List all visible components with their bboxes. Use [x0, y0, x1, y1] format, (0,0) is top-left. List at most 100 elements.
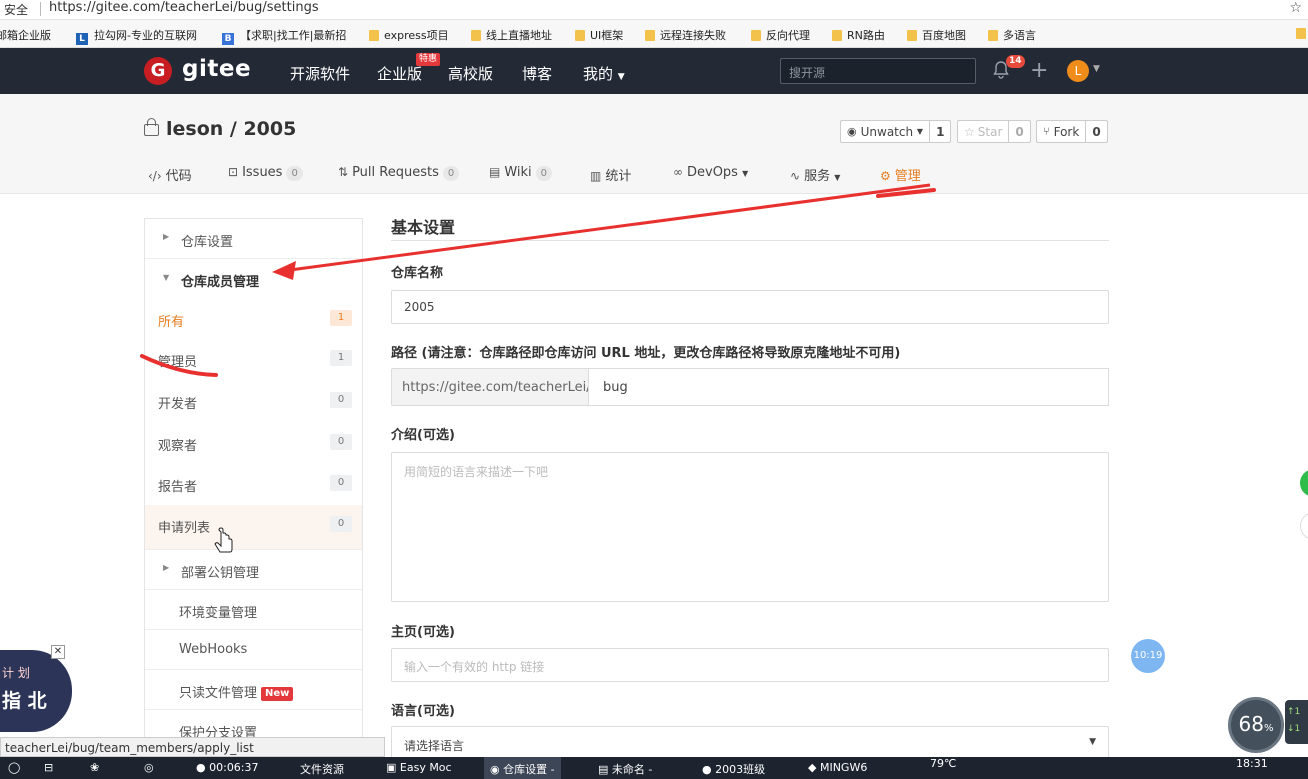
nav-edu[interactable]: 高校版: [448, 63, 493, 84]
sidebar-item-reporters[interactable]: 报告者 0: [145, 464, 362, 504]
b-icon: B: [222, 33, 234, 45]
search-input[interactable]: 搜开源: [780, 58, 976, 84]
bookmark-item[interactable]: L 拉勾网-专业的互联网: [76, 27, 197, 45]
star-button[interactable]: ☆ Star 0: [957, 120, 1031, 143]
tab-manage[interactable]: ⚙ 管理: [880, 165, 921, 184]
tab-devops[interactable]: ∞ DevOps ▼: [673, 165, 748, 180]
manage-icon: ⚙: [880, 169, 891, 183]
nav-blog[interactable]: 博客: [522, 63, 552, 84]
count-badge: 0: [330, 392, 352, 408]
divider: [391, 240, 1109, 241]
homepage-input[interactable]: 输入一个有效的 http 链接: [391, 648, 1109, 682]
tab-code[interactable]: ‹/› 代码: [148, 165, 192, 184]
eye-icon: ◉: [847, 125, 857, 138]
settings-sidebar: ▶ 仓库设置 ▼ 仓库成员管理 所有 1 管理员 1 开发者 0 观察者 0 报…: [144, 218, 363, 748]
sidebar-item-repo-settings[interactable]: ▶ 仓库设置: [145, 219, 362, 259]
issues-icon: ⊡: [228, 165, 239, 179]
annotation-arrow: [289, 183, 931, 272]
plus-icon[interactable]: +: [1030, 58, 1048, 83]
bookmark-item[interactable]: 反向代理: [751, 27, 810, 43]
sidebar-item-observers[interactable]: 观察者 0: [145, 423, 362, 463]
sidebar-item-admins[interactable]: 管理员 1: [145, 339, 362, 379]
sidebar-item-env-vars[interactable]: 环境变量管理: [145, 590, 362, 630]
chevron-down-icon: ▼: [742, 169, 749, 178]
sidebar-item-deploy-keys[interactable]: ▶ 部署公钥管理: [145, 550, 362, 590]
logo-text: gitee: [182, 56, 252, 82]
taskbar-item-active[interactable]: ◉ 仓库设置 -: [484, 757, 561, 779]
taskbar-item[interactable]: ● 2003班级: [702, 761, 765, 777]
folder-icon: [751, 30, 761, 41]
nav-open-source[interactable]: 开源软件: [290, 63, 350, 84]
language-select[interactable]: 请选择语言 ▼: [391, 726, 1109, 760]
count-badge: 0: [330, 516, 352, 532]
repo-name-input[interactable]: 2005: [391, 290, 1109, 324]
bookmark-item[interactable]: 多语言: [988, 27, 1036, 43]
language-label: 语言(可选): [391, 704, 455, 719]
bookmark-folder-icon[interactable]: [1296, 27, 1308, 40]
tab-stats[interactable]: ▥ 统计: [590, 165, 631, 184]
avatar[interactable]: L: [1067, 60, 1089, 82]
tab-services[interactable]: ∿ 服务 ▼: [790, 165, 840, 184]
folder-icon: [988, 30, 998, 41]
bookmark-item[interactable]: express项目: [369, 27, 449, 43]
star-icon: ☆: [964, 124, 975, 139]
watch-button[interactable]: ◉ Unwatch ▼ 1: [840, 120, 952, 143]
path-input[interactable]: bug: [588, 368, 1109, 406]
site-header: G gitee 开源软件 企业版 特惠 高校版 博客 我的 ▼ 搜开源 14 +…: [0, 48, 1308, 94]
task-view-icon[interactable]: ⊟: [44, 761, 53, 774]
tab-pull-requests[interactable]: ⇅ Pull Requests 0: [338, 165, 460, 181]
tab-issues[interactable]: ⊡ Issues 0: [228, 165, 303, 181]
watch-count: 1: [929, 121, 950, 142]
sidebar-item-member-management[interactable]: ▼ 仓库成员管理: [145, 259, 362, 299]
taskbar-item[interactable]: ▣ Easy Moc: [386, 761, 452, 774]
bookmark-star-icon[interactable]: ☆: [1289, 0, 1302, 16]
fork-icon: ⑂: [1043, 125, 1050, 138]
browser-address-bar[interactable]: 安全 https://gitee.com/teacherLei/bug/sett…: [0, 0, 1308, 20]
bookmark-item[interactable]: UI框架: [575, 27, 623, 43]
count-badge: 0: [535, 166, 553, 181]
sidebar-item-apply-list[interactable]: 申请列表 0: [145, 505, 362, 550]
chevron-down-icon[interactable]: ▼: [1093, 64, 1100, 74]
search-icon[interactable]: ◯: [8, 761, 20, 774]
chevron-down-icon: ▼: [617, 72, 625, 82]
path-label: 路径 (请注意：仓库路径即仓库访问 URL 地址，更改仓库路径将导致原克隆地址不…: [391, 346, 901, 361]
close-icon[interactable]: ✕: [51, 645, 65, 659]
folder-icon: [369, 30, 379, 41]
nav-mine[interactable]: 我的 ▼: [583, 63, 625, 84]
performance-gauge[interactable]: 68%: [1228, 697, 1284, 753]
sidebar-item-all[interactable]: 所有 1: [145, 299, 362, 339]
bookmark-item[interactable]: 远程连接失败: [645, 27, 726, 43]
chevron-down-icon: ▼: [834, 173, 841, 182]
bookmark-item[interactable]: 邮箱企业版: [0, 27, 51, 43]
sidebar-item-developers[interactable]: 开发者 0: [145, 381, 362, 421]
sidebar-item-readonly-files[interactable]: 只读文件管理 New: [145, 670, 362, 710]
bookmark-item[interactable]: B 【求职|找工作|最新招: [222, 27, 346, 45]
timer-bubble[interactable]: 10:19: [1131, 639, 1165, 673]
bookmark-item[interactable]: 线上直播地址: [471, 27, 552, 43]
app-icon[interactable]: ❀: [90, 761, 99, 774]
app-icon[interactable]: ◎: [144, 761, 154, 774]
caret-down-icon: ▼: [163, 273, 170, 282]
side-widget[interactable]: [1300, 512, 1308, 540]
bookmark-item[interactable]: 百度地图: [907, 27, 966, 43]
taskbar-item[interactable]: ▤ 未命名 -: [598, 761, 652, 777]
homepage-label: 主页(可选): [391, 625, 455, 640]
security-label: 安全: [4, 3, 29, 17]
gitee-logo-icon: G: [144, 57, 172, 85]
divider: [40, 2, 41, 16]
fork-button[interactable]: ⑂ Fork 0: [1036, 120, 1108, 143]
description-textarea[interactable]: 用简短的语言来描述一下吧: [391, 452, 1109, 602]
taskbar-item[interactable]: 文件资源: [300, 761, 344, 777]
network-speed-panel: ↑1 ↓1: [1285, 700, 1308, 744]
tab-wiki[interactable]: ▤ Wiki 0: [489, 165, 553, 181]
repo-title[interactable]: leson / 2005: [144, 118, 296, 140]
temperature: 79℃: [930, 757, 957, 770]
taskbar-item[interactable]: ◆ MINGW6: [808, 761, 867, 774]
nav-enterprise[interactable]: 企业版: [377, 63, 422, 84]
sidebar-item-webhooks[interactable]: WebHooks: [145, 630, 362, 670]
bookmark-item[interactable]: RN路由: [832, 27, 885, 43]
url-field[interactable]: https://gitee.com/teacherLei/bug/setting…: [49, 0, 319, 15]
promo-floating-badge[interactable]: 计 划 指 北: [0, 650, 72, 732]
description-label: 介绍(可选): [391, 428, 455, 443]
side-widget[interactable]: [1300, 469, 1308, 497]
